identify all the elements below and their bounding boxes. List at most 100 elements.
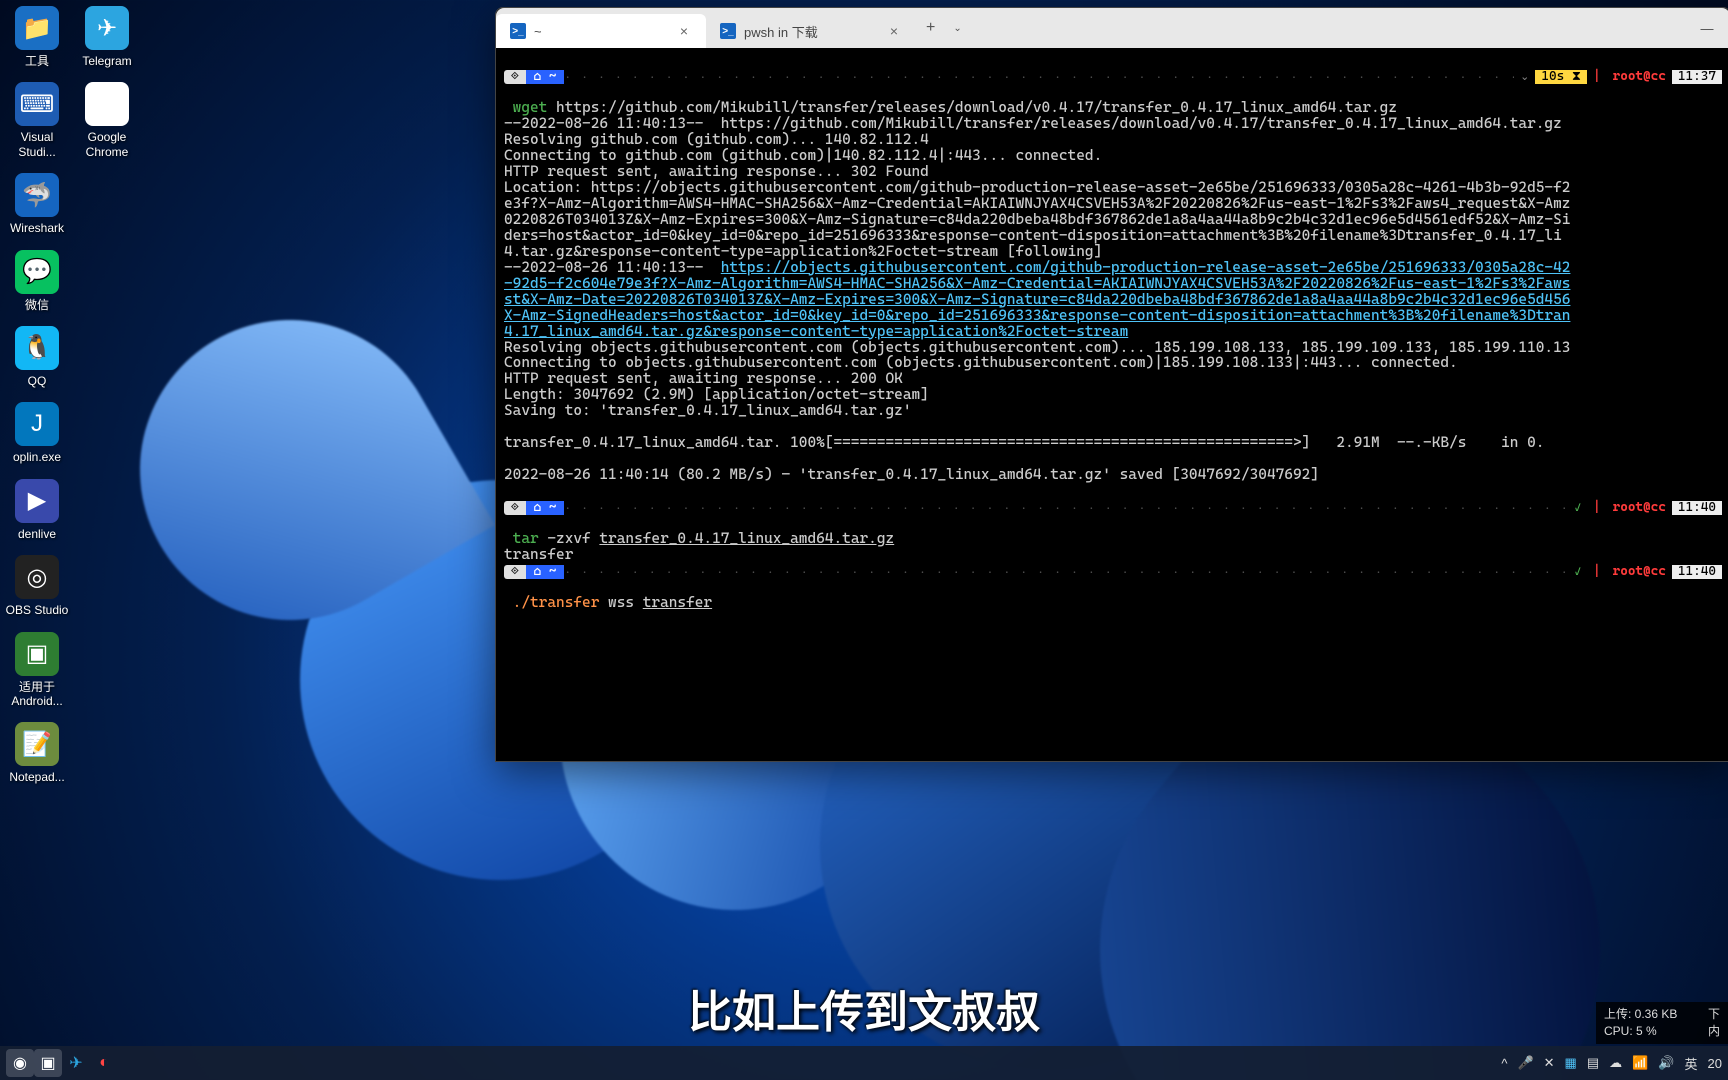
chevron-down-icon: ⌄ [1514, 71, 1535, 83]
prompt-line: ◈⌂ ~· · · · · · · · · · · · · · · · · · … [504, 501, 1722, 515]
tray-mic-icon[interactable]: 🎤 [1517, 1055, 1533, 1071]
arg-filename: transfer [643, 594, 712, 611]
desktop-icon[interactable]: ▶denlive [2, 479, 72, 541]
check-icon: ✓ [1569, 502, 1587, 514]
tab-label: ~ [534, 24, 668, 39]
prompt-path: ⌂ ~ [526, 501, 565, 515]
redirect-url[interactable]: 4.17_linux_amd64.tar.gz&response-content… [504, 323, 1128, 340]
output-line: Connecting to github.com (github.com)|14… [504, 147, 1102, 164]
desktop-icon[interactable]: 🐧QQ [2, 326, 72, 388]
output-line: --2022-08-26 11:40:13-- [504, 259, 721, 276]
tray-volume-icon[interactable]: 🔊 [1658, 1055, 1674, 1071]
tray-chevron-icon[interactable]: ^ [1501, 1056, 1507, 1071]
tab-label: pwsh in 下载 [744, 22, 878, 41]
command-wget: wget [504, 99, 547, 116]
taskbar-chrome-icon[interactable]: ◉ [6, 1049, 34, 1077]
tray-ime[interactable]: 英 [1685, 1054, 1698, 1073]
desktop-icon[interactable]: ✈Telegram [72, 6, 142, 68]
net-monitor-overlay: 上传: 0.36 KB下 CPU: 5 %内 [1596, 1002, 1728, 1044]
output-line: Resolving objects.githubusercontent.com … [504, 339, 1570, 356]
user-chip: root@cc [1607, 565, 1672, 579]
output-line: transfer [504, 546, 573, 563]
prompt-os-icon: ◈ [504, 501, 526, 515]
output-line: 4.tar.gz&response-content-type=applicati… [504, 243, 1102, 260]
desktop-icon[interactable]: 💬微信 [2, 250, 72, 312]
desktop-icon[interactable]: 📁工具 [2, 6, 72, 68]
prompt-line: ◈⌂ ~· · · · · · · · · · · · · · · · · · … [504, 565, 1722, 579]
desktop-icon-label: Wireshark [10, 221, 64, 235]
desktop-icon-label: 适用于 Android... [2, 680, 72, 709]
tray-wifi-icon[interactable]: 📶 [1632, 1055, 1648, 1071]
tray-app-icon[interactable]: ▤ [1587, 1055, 1599, 1071]
terminal-tab[interactable]: >_ pwsh in 下载 × [706, 14, 916, 48]
output-line: 0220826T034013Z&X-Amz-Expires=300&X-Amz-… [504, 211, 1570, 228]
tray-time[interactable]: 20 [1708, 1056, 1722, 1071]
tray-tool-icon[interactable]: ✕ [1544, 1055, 1555, 1071]
output-line: Location: https://objects.githubusercont… [504, 179, 1570, 196]
user-chip: root@cc [1607, 70, 1672, 84]
tab-dropdown-button[interactable]: ⌄ [945, 23, 969, 34]
powershell-icon: >_ [720, 23, 736, 39]
desktop-icon[interactable]: 🦈Wireshark [2, 173, 72, 235]
user-chip: root@cc [1607, 501, 1672, 515]
taskbar-app-icon[interactable]: ◐ [90, 1049, 118, 1077]
check-icon: ✓ [1569, 566, 1587, 578]
desktop-icon-label: 微信 [25, 298, 49, 312]
desktop-icon-label: denlive [18, 527, 56, 541]
command-tar: tar [504, 530, 539, 547]
desktop-icon-label: oplin.exe [13, 450, 61, 464]
clock-chip: 11:37 [1672, 70, 1722, 84]
output-line: Length: 3047692 (2.9M) [application/octe… [504, 386, 929, 403]
output-line: ders=host&actor_id=0&key_id=0&repo_id=25… [504, 227, 1562, 244]
minimize-button[interactable]: — [1684, 8, 1728, 48]
prompt-os-icon: ◈ [504, 70, 526, 84]
titlebar[interactable]: >_ ~ × >_ pwsh in 下载 × + ⌄ — [496, 8, 1728, 48]
output-line: --2022-08-26 11:40:13-- https://github.c… [504, 115, 1562, 132]
desktop: 📁工具✈Telegram⌨Visual Studi...◉Google Chro… [0, 0, 144, 805]
prompt-path: ⌂ ~ [526, 565, 565, 579]
close-icon[interactable]: × [676, 23, 692, 39]
prompt-path: ⌂ ~ [526, 70, 565, 84]
close-icon[interactable]: × [886, 23, 902, 39]
prompt-line: ◈⌂ ~· · · · · · · · · · · · · · · · · · … [504, 70, 1722, 84]
new-tab-button[interactable]: + [916, 19, 945, 37]
desktop-icon-label: Telegram [82, 54, 131, 68]
desktop-icon-label: Google Chrome [72, 130, 142, 159]
taskbar[interactable]: ◉ ▣ ✈ ◐ ^ 🎤 ✕ ▦ ▤ ☁ 📶 🔊 英 20 [0, 1046, 1728, 1080]
powershell-icon: >_ [510, 23, 526, 39]
desktop-icon[interactable]: 📝Notepad... [2, 722, 72, 784]
tray-widget-icon[interactable]: ▦ [1565, 1055, 1577, 1071]
output-line: HTTP request sent, awaiting response... … [504, 163, 929, 180]
desktop-icon[interactable]: ◉Google Chrome [72, 82, 142, 159]
clock-chip: 11:40 [1672, 501, 1722, 515]
desktop-icon-label: QQ [28, 374, 47, 388]
clock-chip: 11:40 [1672, 565, 1722, 579]
system-tray[interactable]: ^ 🎤 ✕ ▦ ▤ ☁ 📶 🔊 英 20 [1501, 1054, 1722, 1073]
output-line: 2022-08-26 11:40:14 (80.2 MB/s) – 'trans… [504, 466, 1319, 483]
desktop-icon[interactable]: ◎OBS Studio [2, 555, 72, 617]
desktop-icon-label: Visual Studi... [2, 130, 72, 159]
tray-cloud-icon[interactable]: ☁ [1609, 1055, 1622, 1071]
output-line: e3f?X-Amz-Algorithm=AWS4-HMAC-SHA256&X-A… [504, 195, 1570, 212]
terminal-tab[interactable]: >_ ~ × [496, 14, 706, 48]
desktop-icon-label: OBS Studio [6, 603, 69, 617]
output-line: HTTP request sent, awaiting response... … [504, 370, 903, 387]
redirect-url[interactable]: -92d5-f2c604e79e3f?X-Amz-Algorithm=AWS4-… [504, 275, 1570, 292]
video-subtitle: 比如上传到文叔叔 [688, 976, 1040, 1040]
desktop-icon[interactable]: ⌨Visual Studi... [2, 82, 72, 159]
taskbar-telegram-icon[interactable]: ✈ [62, 1049, 90, 1077]
command-transfer: ./transfer [504, 594, 599, 611]
desktop-icon[interactable]: Joplin.exe [2, 402, 72, 464]
terminal-content[interactable]: ◈⌂ ~· · · · · · · · · · · · · · · · · · … [496, 48, 1728, 761]
terminal-window: >_ ~ × >_ pwsh in 下载 × + ⌄ — ◈⌂ ~· · · ·… [495, 7, 1728, 762]
redirect-url[interactable]: https://objects.githubusercontent.com/gi… [721, 259, 1571, 276]
elapsed-chip: 10s ⧗ [1535, 70, 1587, 84]
taskbar-terminal-icon[interactable]: ▣ [34, 1049, 62, 1077]
desktop-icon-label: 工具 [25, 54, 49, 68]
output-line: Saving to: 'transfer_0.4.17_linux_amd64.… [504, 402, 912, 419]
redirect-url[interactable]: st&X-Amz-Date=20220826T034013Z&X-Amz-Exp… [504, 291, 1570, 308]
progress-line: transfer_0.4.17_linux_amd64.tar. 100%[==… [504, 434, 1544, 451]
desktop-icon[interactable]: ▣适用于 Android... [2, 632, 72, 709]
output-line: Connecting to objects.githubusercontent.… [504, 354, 1458, 371]
redirect-url[interactable]: X-Amz-SignedHeaders=host&actor_id=0&key_… [504, 307, 1570, 324]
